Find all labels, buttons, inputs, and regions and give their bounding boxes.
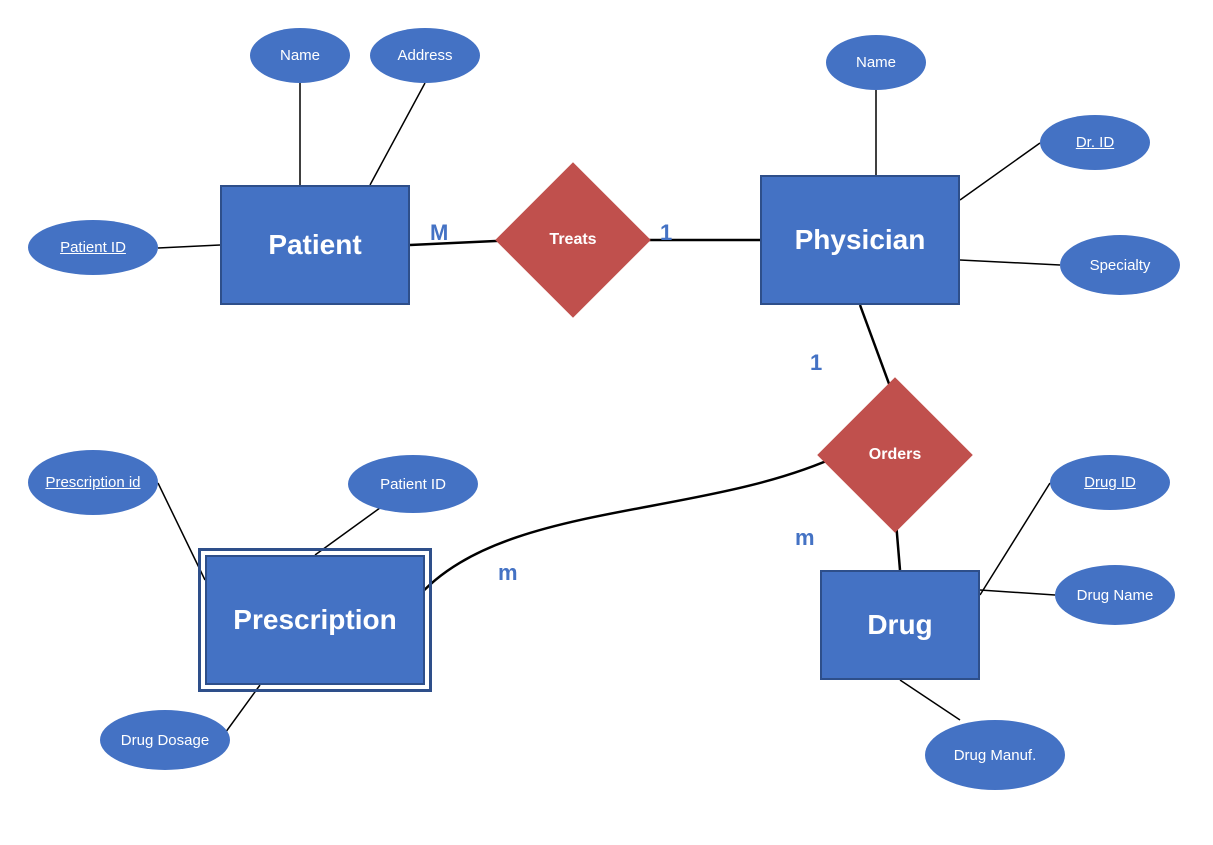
cardinality-1-orders: 1	[810, 350, 822, 376]
prescription-label: Prescription	[233, 604, 396, 636]
cardinality-m-drug: m	[795, 525, 815, 551]
patient-label: Patient	[268, 229, 361, 261]
specialty-attr: Specialty	[1060, 235, 1180, 295]
prescription-id-attr: Prescription id	[28, 450, 158, 515]
dr-id-attr: Dr. ID	[1040, 115, 1150, 170]
drug-entity: Drug	[820, 570, 980, 680]
treats-label: Treats	[549, 231, 596, 249]
physician-name-attr: Name	[826, 35, 926, 90]
patient-entity: Patient	[220, 185, 410, 305]
patient-name-attr: Name	[250, 28, 350, 83]
drug-label: Drug	[867, 609, 932, 641]
drug-id-attr: Drug ID	[1050, 455, 1170, 510]
orders-label: Orders	[869, 446, 921, 464]
patient-id-attr: Patient ID	[28, 220, 158, 275]
drug-manuf-attr: Drug Manuf.	[925, 720, 1065, 790]
drug-name-attr: Drug Name	[1055, 565, 1175, 625]
orders-relationship: Orders	[840, 400, 950, 510]
physician-entity: Physician	[760, 175, 960, 305]
drug-dosage-attr: Drug Dosage	[100, 710, 230, 770]
cardinality-m: M	[430, 220, 448, 246]
cardinality-m-prescription: m	[498, 560, 518, 586]
prescription-entity: Prescription	[205, 555, 425, 685]
patient-address-attr: Address	[370, 28, 480, 83]
cardinality-1-treats: 1	[660, 220, 672, 246]
treats-relationship: Treats	[518, 185, 628, 295]
patient-id2-attr: Patient ID	[348, 455, 478, 513]
physician-label: Physician	[795, 224, 926, 256]
